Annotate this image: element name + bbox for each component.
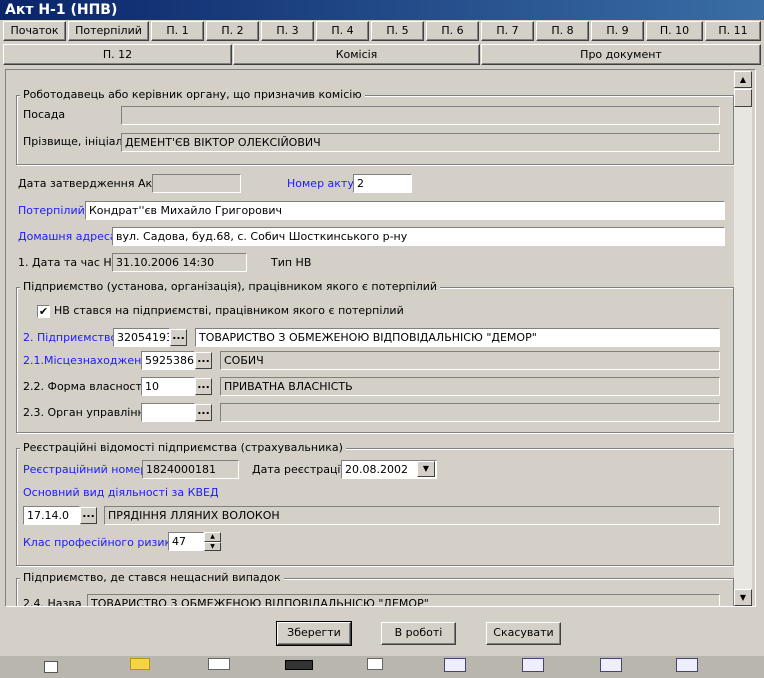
vertical-scrollbar[interactable] <box>734 71 752 606</box>
authority-name-field[interactable] <box>220 403 720 422</box>
reg-number-label[interactable]: Реєстраційний номер <box>23 463 147 477</box>
company-label[interactable]: 2. Підприємство <box>23 331 117 345</box>
in-work-button[interactable]: В роботі <box>381 622 456 645</box>
victim-label[interactable]: Потерпілий <box>18 204 85 218</box>
company-code-input[interactable]: 32054193 <box>113 328 170 347</box>
document-icon[interactable] <box>208 658 230 670</box>
tab-p10[interactable]: П. 10 <box>646 21 703 41</box>
company-ellipsis-button[interactable]: ... <box>170 329 187 346</box>
authority-ellipsis-button[interactable]: ... <box>195 404 212 421</box>
act-number-input[interactable]: 2 <box>353 174 412 193</box>
window-title: Акт Н-1 (НПВ) <box>0 0 764 20</box>
location-code-input[interactable]: 59253866 <box>141 351 195 370</box>
reg-date-dropdown-icon[interactable]: ▼ <box>417 461 435 477</box>
incident-type-label: Тип НВ <box>271 256 312 269</box>
folder-icon[interactable] <box>130 658 150 670</box>
tab-p1[interactable]: П. 1 <box>151 21 204 41</box>
location-name-field[interactable]: СОБИЧ <box>220 351 720 370</box>
ownership-code-input[interactable]: 10 <box>141 377 195 396</box>
tab-p3[interactable]: П. 3 <box>261 21 314 41</box>
tab-p8[interactable]: П. 8 <box>536 21 589 41</box>
position-field[interactable] <box>121 106 720 125</box>
tab-about-document[interactable]: Про документ <box>481 44 761 65</box>
company-name-input[interactable]: ТОВАРИСТВО З ОБМЕЖЕНОЮ ВІДПОВІДАЛЬНІСЮ "… <box>195 328 720 347</box>
authority-code-input[interactable] <box>141 403 195 422</box>
approval-date-field[interactable] <box>152 174 241 193</box>
scroll-thumb[interactable] <box>734 89 752 107</box>
risk-class-input[interactable]: 47 <box>168 532 204 551</box>
tab-p7[interactable]: П. 7 <box>481 21 534 41</box>
risk-class-label[interactable]: Клас професійного ризику <box>23 536 178 550</box>
kved-code-input[interactable]: 17.14.0 <box>23 506 80 525</box>
kved-name-field[interactable]: ПРЯДІННЯ ЛЛЯНИХ ВОЛОКОН <box>104 506 720 525</box>
kved-ellipsis-button[interactable]: ... <box>80 507 97 524</box>
tab-p5[interactable]: П. 5 <box>371 21 424 41</box>
accident-enterprise-group-title: Підприємство, де стався нещасний випадок <box>20 571 284 585</box>
risk-spin-down-icon[interactable]: ▼ <box>204 542 221 551</box>
authority-label: 2.3. Орган управління <box>23 406 152 419</box>
incident-datetime-field[interactable]: 31.10.2006 14:30 <box>112 253 247 272</box>
scroll-down-icon[interactable]: ▼ <box>734 589 752 606</box>
scroll-up-icon[interactable]: ▲ <box>734 71 752 88</box>
location-label[interactable]: 2.1.Місцезнаходження <box>23 354 155 368</box>
checkbox-at-employer[interactable]: ✔ <box>37 305 50 318</box>
incident-datetime-label: 1. Дата та час НВ <box>18 256 120 269</box>
tab-p4[interactable]: П. 4 <box>316 21 369 41</box>
accident-enterprise-name-label: 2.4. Назва <box>23 597 82 607</box>
ownership-name-field[interactable]: ПРИВАТНА ВЛАСНІСТЬ <box>220 377 720 396</box>
risk-spin-up-icon[interactable]: ▲ <box>204 532 221 542</box>
act-number-label[interactable]: Номер акту <box>287 177 354 191</box>
location-ellipsis-button[interactable]: ... <box>195 352 212 369</box>
tab-victim[interactable]: Потерпілий <box>68 21 149 41</box>
desktop-strip <box>0 656 764 678</box>
computer-icon[interactable] <box>285 660 313 670</box>
report-file-icon[interactable] <box>600 658 622 672</box>
accident-enterprise-name-field[interactable]: ТОВАРИСТВО З ОБМЕЖЕНОЮ ВІДПОВІДАЛЬНІСЮ "… <box>87 594 720 606</box>
tab-p11[interactable]: П. 11 <box>705 21 761 41</box>
reg-number-field[interactable]: 1824000181 <box>142 460 239 479</box>
reg-date-label: Дата реєстрації <box>252 463 344 476</box>
checkbox-at-employer-label[interactable]: НВ стався на підприємстві, працівником я… <box>54 304 404 318</box>
tab-start[interactable]: Початок <box>3 21 66 41</box>
table-file-icon[interactable] <box>676 658 698 672</box>
name-field[interactable]: ДЕМЕНТ'ЄВ ВІКТОР ОЛЕКСІЙОВИЧ <box>121 133 720 152</box>
spreadsheet-icon[interactable] <box>444 658 466 672</box>
tab-commission[interactable]: Комісія <box>233 44 480 65</box>
tab-p2[interactable]: П. 2 <box>206 21 259 41</box>
tab-p12[interactable]: П. 12 <box>3 44 232 65</box>
shortcut-icon[interactable] <box>44 661 58 673</box>
save-button[interactable]: Зберегти <box>276 621 352 646</box>
enterprise-group-title: Підприємство (установа, організація), пр… <box>20 280 441 294</box>
content-panel: Роботодавець або керівник органу, що при… <box>5 69 756 607</box>
kved-label[interactable]: Основний вид діяльності за КВЕД <box>23 486 219 500</box>
reg-date-value: 20.08.2002 <box>345 463 408 476</box>
ownership-ellipsis-button[interactable]: ... <box>195 378 212 395</box>
name-label: Прізвище, ініціали <box>23 135 130 148</box>
approval-date-label: Дата затвердження Акту <box>18 177 166 190</box>
chart-file-icon[interactable] <box>522 658 544 672</box>
ownership-label: 2.2. Форма власності <box>23 380 145 393</box>
employer-group-title: Роботодавець або керівник органу, що при… <box>20 88 365 102</box>
victim-input[interactable]: Кондрат''єв Михайло Григорович <box>85 201 725 220</box>
tab-p6[interactable]: П. 6 <box>426 21 479 41</box>
address-input[interactable]: вул. Садова, буд.68, с. Собич Шосткинськ… <box>112 227 725 246</box>
address-label[interactable]: Домашня адреса <box>18 230 117 244</box>
text-file-icon[interactable] <box>367 658 383 670</box>
position-label: Посада <box>23 108 66 121</box>
tab-p9[interactable]: П. 9 <box>591 21 644 41</box>
cancel-button[interactable]: Скасувати <box>486 622 561 645</box>
registration-group-title: Реєстраційні відомості підприємства (стр… <box>20 441 346 455</box>
